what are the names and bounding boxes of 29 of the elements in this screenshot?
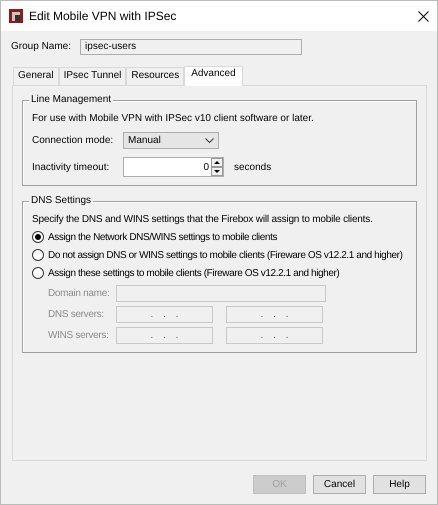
field-label: Domain name:: [48, 288, 110, 299]
group-title: Line Management: [29, 94, 114, 105]
number-field[interactable]: 0: [123, 157, 224, 177]
unit-label: seconds: [234, 162, 272, 172]
field-label: WINS servers:: [48, 330, 110, 341]
field-label: Inactivity timeout:: [32, 162, 110, 172]
domain-name-field[interactable]: [116, 285, 326, 302]
note-text: Specify the DNS and WINS settings that the Firebox will assign to mobile clients.: [32, 214, 373, 225]
tab[interactable]: Resources: [126, 67, 184, 85]
field-label: DNS servers:: [48, 309, 105, 320]
chevron-down-icon: [205, 138, 214, 143]
group-name-field[interactable]: ipsec-users: [80, 38, 302, 54]
dialog-button[interactable]: Cancel: [313, 475, 366, 494]
radio-label: Do not assign DNS or WINS settings to mobile clients (Fireware OS v12.2.1 and higher): [48, 250, 402, 260]
radio-label: Assign these settings to mobile clients (Fireware OS v12.2.1 and higher): [48, 268, 340, 278]
radio-label: Assign the Network DNS/WINS settings to mobile clients: [48, 232, 278, 242]
tab[interactable]: IPsec Tunnel: [58, 67, 126, 85]
note-text: For use with Mobile VPN with IPSec v10 client software or later.: [32, 113, 314, 124]
dialog-button[interactable]: Help: [373, 475, 426, 494]
dropdown[interactable]: Manual: [123, 132, 219, 149]
close-icon[interactable]: [418, 10, 429, 22]
group-title: DNS Settings: [29, 195, 94, 206]
tab[interactable]: Advanced: [184, 66, 243, 86]
app-icon: [9, 9, 23, 23]
tab[interactable]: General: [13, 67, 59, 85]
field-label: Group Name:: [11, 41, 72, 52]
spinner-arrows-icon[interactable]: [211, 158, 223, 176]
window-title: Edit Mobile VPN with IPSec: [29, 9, 178, 23]
field-label: Connection mode:: [32, 135, 114, 146]
